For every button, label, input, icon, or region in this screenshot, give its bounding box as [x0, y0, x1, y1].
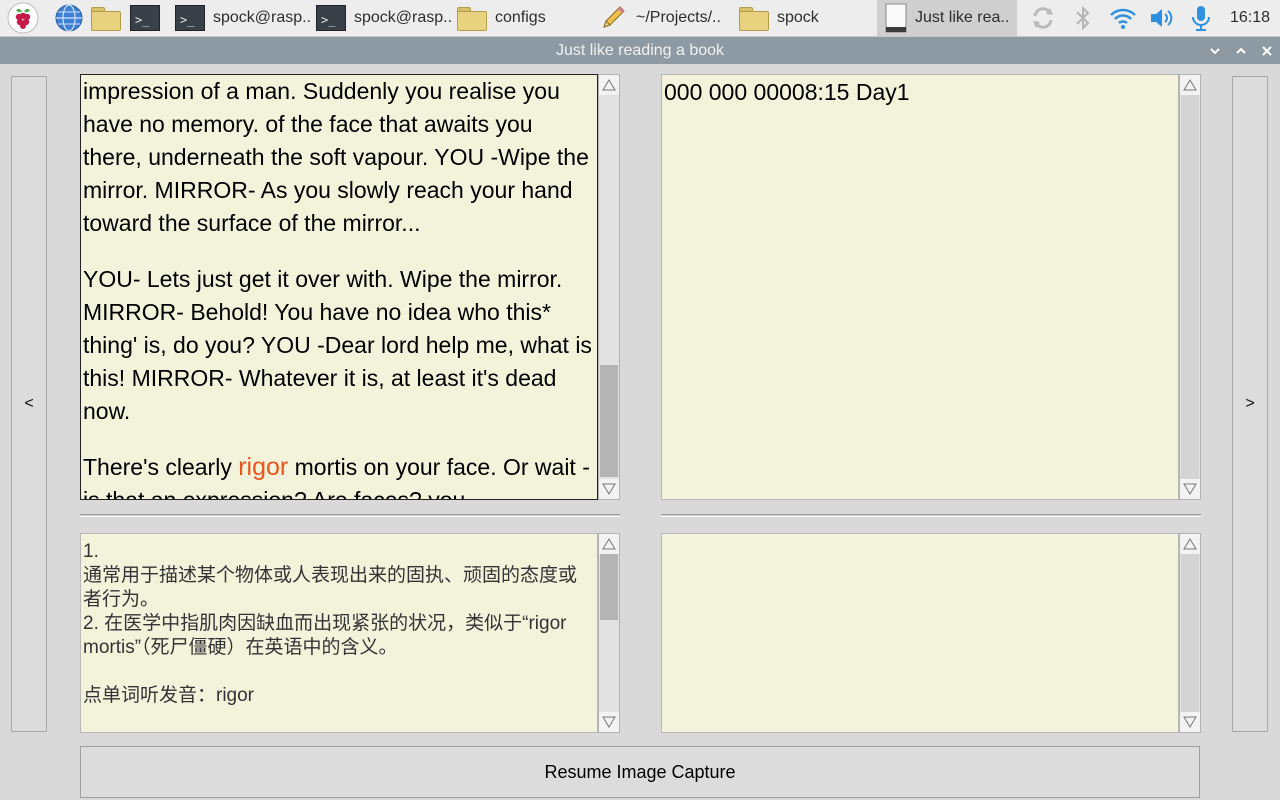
document-icon [885, 3, 907, 33]
scroll-down-arrow[interactable] [599, 479, 619, 499]
taskbar-item-label: configs [495, 9, 546, 26]
wifi-icon [1110, 8, 1136, 29]
updater-tray-button[interactable] [1029, 0, 1057, 36]
terminal-launcher[interactable]: >_ [130, 0, 160, 36]
pencil-icon [603, 6, 625, 28]
microphone-icon [1192, 6, 1210, 31]
globe-icon [55, 4, 83, 32]
folder-icon [457, 7, 487, 31]
raspberry-menu-button[interactable] [6, 0, 40, 36]
scroll-up-arrow[interactable] [1180, 534, 1200, 554]
taskbar-item-label: spock@rasp.. [354, 9, 453, 26]
triangle-up-icon [602, 538, 616, 550]
maximize-button[interactable] [1229, 37, 1253, 64]
log-scrollbar[interactable] [1179, 74, 1201, 500]
log-text: 000 000 00008:15 Day1 [664, 79, 910, 105]
folder-icon [739, 7, 769, 31]
taskbar-item-spock[interactable]: spock [739, 0, 819, 36]
secondary-pane[interactable] [661, 533, 1179, 733]
scroll-thumb[interactable] [1181, 554, 1199, 712]
right-divider[interactable] [661, 514, 1201, 517]
scroll-thumb[interactable] [1181, 95, 1199, 479]
dictionary-pane[interactable]: 1. 通常用于描述某个物体或人表现出来的固执、顽固的态度或者行为。 2. 在医学… [80, 533, 598, 733]
taskbar-item-label: Just like rea.. [915, 9, 1010, 26]
definition-line: 2. 在医学中指肌肉因缺血而出现紧张的状况，类似于“rigor mortis”（… [83, 613, 567, 658]
scroll-up-arrow[interactable] [599, 534, 619, 554]
terminal-icon: >_ [316, 5, 346, 31]
scroll-thumb[interactable] [600, 554, 618, 620]
taskbar-item-configs[interactable]: configs [457, 0, 546, 36]
triangle-up-icon [1183, 538, 1197, 550]
pronunciation-link[interactable]: 点单词听发音：rigor [83, 684, 595, 708]
book-text-pane[interactable]: impression of a man. Suddenly you realis… [80, 74, 598, 500]
scroll-down-arrow[interactable] [599, 712, 619, 732]
folder-icon [91, 7, 121, 31]
book-paragraph: There's clearly rigor mortis on your fac… [83, 451, 595, 499]
web-browser-launcher[interactable] [54, 0, 84, 36]
speaker-icon [1151, 9, 1173, 27]
triangle-up-icon [602, 79, 616, 91]
sync-icon [1033, 7, 1053, 29]
highlighted-word[interactable]: rigor [238, 453, 288, 481]
taskbar-item-label: spock [777, 9, 819, 26]
microphone-tray-button[interactable] [1188, 0, 1214, 36]
definition-line: 1. [83, 541, 99, 562]
taskbar-item-terminal-2[interactable]: >_ spock@rasp.. [316, 0, 452, 36]
close-icon [1262, 45, 1272, 56]
triangle-down-icon [602, 716, 616, 728]
scroll-down-arrow[interactable] [1180, 712, 1200, 732]
clock: 16:18 [1229, 9, 1270, 26]
book-scrollbar[interactable] [598, 74, 620, 500]
dictionary-scrollbar[interactable] [598, 533, 620, 733]
taskbar: >_ >_ spock@rasp.. >_ spock@rasp.. confi… [0, 0, 1280, 37]
left-divider[interactable] [80, 514, 620, 517]
taskbar-item-active-window[interactable]: Just like rea.. [877, 0, 1017, 36]
next-page-button[interactable]: > [1232, 76, 1268, 732]
terminal-icon: >_ [175, 5, 205, 31]
taskbar-item-label: spock@rasp.. [213, 9, 312, 26]
definition-spacer [83, 660, 595, 684]
volume-tray-button[interactable] [1148, 0, 1176, 36]
definition-line: 通常用于描述某个物体或人表现出来的固执、顽固的态度或者行为。 [83, 565, 578, 610]
scroll-down-arrow[interactable] [1180, 479, 1200, 499]
taskbar-item-terminal-1[interactable]: >_ spock@rasp.. [175, 0, 311, 36]
book-text-span: There's clearly [83, 454, 239, 480]
wifi-tray-button[interactable] [1108, 0, 1138, 36]
resume-image-capture-button[interactable]: Resume Image Capture [80, 746, 1200, 798]
previous-page-button[interactable]: < [11, 76, 47, 732]
secondary-scrollbar[interactable] [1179, 533, 1201, 733]
bluetooth-icon [1076, 5, 1090, 31]
triangle-down-icon [1183, 483, 1197, 495]
window-titlebar: Just like reading a book [0, 37, 1280, 64]
window-title: Just like reading a book [555, 42, 725, 59]
raspberry-pi-icon [7, 2, 39, 34]
book-paragraph: YOU- Lets just get it over with. Wipe th… [83, 266, 592, 424]
terminal-icon: >_ [130, 5, 160, 31]
minimize-button[interactable] [1203, 37, 1227, 64]
triangle-down-icon [1183, 716, 1197, 728]
file-manager-launcher[interactable] [91, 0, 121, 36]
bluetooth-tray-button[interactable] [1072, 0, 1094, 36]
chevron-down-icon [1210, 47, 1220, 54]
triangle-down-icon [602, 483, 616, 495]
log-pane[interactable]: 000 000 00008:15 Day1 [661, 74, 1179, 500]
chevron-up-icon [1236, 47, 1246, 54]
close-button[interactable] [1255, 37, 1279, 64]
book-paragraph: impression of a man. Suddenly you realis… [83, 78, 589, 236]
taskbar-item-projects[interactable]: ~/Projects/.. [598, 0, 721, 36]
taskbar-item-label: ~/Projects/.. [636, 9, 721, 26]
scroll-up-arrow[interactable] [599, 75, 619, 95]
scroll-thumb[interactable] [600, 365, 618, 477]
triangle-up-icon [1183, 79, 1197, 91]
scroll-up-arrow[interactable] [1180, 75, 1200, 95]
